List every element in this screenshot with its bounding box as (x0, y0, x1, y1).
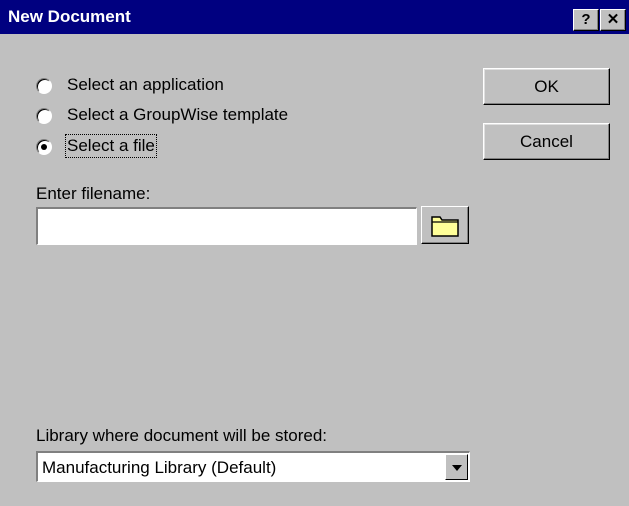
window-title: New Document (8, 7, 131, 26)
library-dropdown-button[interactable] (445, 454, 468, 480)
library-select[interactable]: Manufacturing Library (Default) (36, 451, 470, 482)
close-button[interactable]: ✕ (600, 9, 626, 31)
library-label: Library where document will be stored: (36, 426, 328, 445)
new-document-dialog: New Document ? ✕ Select an application S… (0, 0, 629, 506)
radio-circle[interactable] (36, 78, 52, 94)
radio-label-application: Select an application (67, 75, 224, 94)
chevron-down-icon (452, 465, 462, 471)
browse-button[interactable] (421, 206, 469, 244)
close-icon: ✕ (606, 11, 620, 28)
folder-icon (431, 216, 459, 237)
radio-label-template: Select a GroupWise template (67, 105, 289, 124)
filename-label: Enter filename: (36, 184, 151, 203)
radio-dot (41, 144, 47, 150)
radio-circle-selected[interactable] (36, 139, 52, 155)
help-button[interactable]: ? (573, 9, 599, 31)
radio-circle[interactable] (36, 108, 52, 124)
help-icon: ? (581, 11, 591, 28)
radio-label-file: Select a file (65, 134, 157, 158)
library-select-value: Manufacturing Library (Default) (42, 458, 277, 477)
filename-input[interactable] (36, 207, 417, 245)
ok-button[interactable]: OK (483, 68, 610, 105)
cancel-button[interactable]: Cancel (483, 123, 610, 160)
title-bar: New Document ? ✕ (0, 0, 629, 34)
